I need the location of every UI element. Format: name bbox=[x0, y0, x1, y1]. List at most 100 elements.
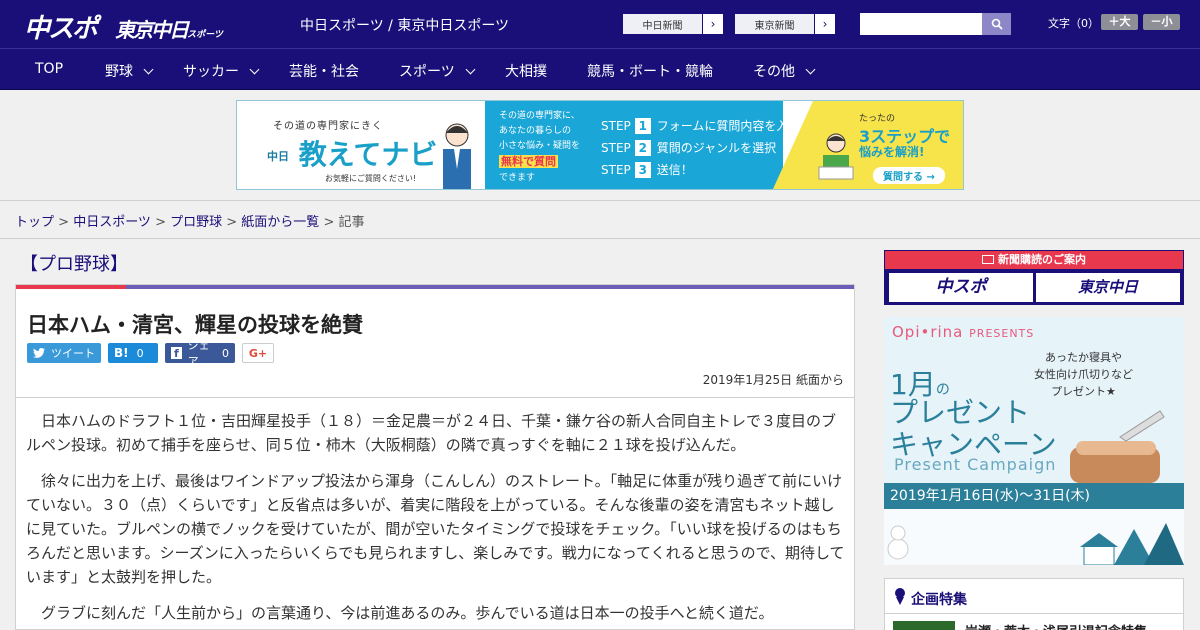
banner-small-text: その道の専門家にきく bbox=[273, 121, 383, 132]
brand-text[interactable]: 中日スポーツ / 東京中日スポーツ bbox=[300, 15, 509, 35]
banner-step: STEP 1 フォームに質問内容を入力 bbox=[601, 117, 800, 134]
subscribe-tokyo-chunichi-logo[interactable]: 東京中日 bbox=[1036, 273, 1180, 302]
nav-item-sumo[interactable]: 大相撲 bbox=[505, 61, 547, 81]
article-date: 2019年1月25日 紙面から bbox=[702, 373, 844, 387]
section-title: 【プロ野球】 bbox=[20, 254, 128, 275]
nav-label: その他 bbox=[753, 64, 795, 80]
step-word: STEP bbox=[601, 163, 631, 177]
banner-title-main: 教えてナビ bbox=[298, 138, 438, 171]
hatena-bookmark-button[interactable]: B! 0 bbox=[108, 343, 158, 363]
nav-label: 野球 bbox=[105, 64, 133, 80]
breadcrumb-link-pro-baseball[interactable]: プロ野球 bbox=[170, 215, 222, 230]
tweet-button[interactable]: ツイート bbox=[27, 343, 101, 363]
nav-item-entertainment[interactable]: 芸能・社会 bbox=[289, 61, 359, 81]
nav-label: 芸能・社会 bbox=[289, 64, 359, 80]
present-campaign-ad[interactable]: Opi•rina PRESENTS あったか寝具や 女性向け爪切りなど プレゼン… bbox=[884, 317, 1184, 565]
nav-label: 大相撲 bbox=[505, 64, 547, 80]
search-icon bbox=[991, 18, 1003, 30]
campaign-date: 2019年1月16日(水)〜31日(木) bbox=[884, 483, 1184, 509]
google-plus-button[interactable]: G+ bbox=[242, 343, 274, 363]
chevron-down-icon bbox=[249, 64, 260, 75]
campaign-note-line: あったか寝具や bbox=[1045, 351, 1122, 364]
banner-step: STEP 2 質問のジャンルを選択 bbox=[601, 139, 776, 156]
banner-free-badge: 無料で質問 bbox=[499, 155, 558, 168]
breadcrumb-bar: トップ > 中日スポーツ > プロ野球 > 紙面から一覧 > 記事 bbox=[0, 200, 1200, 239]
step-number: 3 bbox=[634, 162, 651, 178]
banner-steps: STEP 1 フォームに質問内容を入力 STEP 2 質問のジャンルを選択 STEP 3 送… bbox=[593, 101, 800, 189]
chevron-down-icon bbox=[465, 64, 476, 75]
breadcrumb-separator: > bbox=[150, 215, 171, 230]
paper-link-label: 中日新聞 bbox=[623, 14, 703, 34]
chunichi-shimbun-link[interactable]: 中日新聞 › bbox=[622, 13, 724, 35]
step-number: 2 bbox=[634, 140, 651, 156]
banner-right-mid: 悩みを解消! bbox=[859, 145, 925, 159]
campaign-title: プレゼント キャンペーン bbox=[890, 397, 1057, 461]
banner-ask-button[interactable]: 質問する → bbox=[873, 167, 945, 184]
article-paragraph: 徐々に出力を上げ、最後はワインドアップ投法から渾身（こんしん）のストレート。「軸… bbox=[26, 472, 845, 586]
font-larger-button[interactable]: ＋大 bbox=[1101, 14, 1138, 30]
nav-label: 競馬・ボート・競輪 bbox=[587, 64, 713, 80]
article-card: 日本ハム・清宮、輝星の投球を絶賛 ツイート B! 0 f シェア 0 G+ 20… bbox=[15, 284, 855, 630]
step-text: 送信！ bbox=[656, 163, 693, 177]
nav-item-other[interactable]: その他 bbox=[753, 61, 816, 81]
subscribe-chuspo-logo[interactable]: 中スポ bbox=[889, 273, 1033, 302]
nav-label: サッカー bbox=[183, 64, 239, 80]
feature-box: 企画特集 岩瀬・荒木・浅尾引退記念特集 bbox=[884, 578, 1184, 630]
chevron-down-icon bbox=[805, 64, 816, 75]
ad-banner-oshiete-navi[interactable]: その道の専門家にきく 中日 教えてナビ お気軽にご質問ください! その道の専門家… bbox=[236, 100, 964, 190]
feature-title: 企画特集 bbox=[911, 592, 967, 608]
banner-note: お気軽にご質問ください! bbox=[325, 174, 417, 183]
banner-title-prefix: 中日 bbox=[267, 150, 289, 163]
main-nav: TOP 野球 サッカー 芸能・社会 スポーツ 大相撲 競馬・ボート・競輪 その他 bbox=[0, 48, 1200, 90]
nav-item-keiba[interactable]: 競馬・ボート・競輪 bbox=[587, 61, 713, 81]
search-input[interactable] bbox=[860, 13, 982, 35]
chevron-right-icon: › bbox=[822, 17, 828, 31]
banner-title: 中日 教えてナビ bbox=[267, 133, 437, 173]
feature-thumbnail[interactable] bbox=[893, 621, 955, 630]
step-text: フォームに質問内容を入力 bbox=[656, 119, 801, 133]
breadcrumb-link-top[interactable]: トップ bbox=[15, 215, 54, 230]
site-logo[interactable]: 中スポ 東京中日スポーツ bbox=[24, 8, 223, 45]
hatena-icon: B! bbox=[114, 346, 129, 360]
paper-link-label: 東京新聞 bbox=[735, 14, 815, 34]
nav-item-soccer[interactable]: サッカー bbox=[183, 61, 260, 81]
facebook-count: 0 bbox=[222, 346, 229, 360]
campaign-brand-name: Opi•rina bbox=[892, 323, 964, 341]
nav-item-top[interactable]: TOP bbox=[35, 61, 63, 77]
feature-item-link[interactable]: 岩瀬・荒木・浅尾引退記念特集 bbox=[965, 621, 1147, 630]
facebook-icon: f bbox=[171, 347, 182, 360]
step-word: STEP bbox=[601, 119, 631, 133]
font-smaller-button[interactable]: －小 bbox=[1143, 14, 1180, 30]
font-size-label: 文字（0） bbox=[1048, 17, 1099, 30]
breadcrumb-separator: > bbox=[319, 215, 339, 230]
banner-step: STEP 3 送信！ bbox=[601, 161, 693, 178]
article-top-rule bbox=[16, 285, 854, 289]
banner-mid-line: 小さな悩み・疑問を bbox=[499, 141, 581, 151]
step-text: 質問のジャンルを選択 bbox=[656, 141, 777, 155]
newspaper-icon bbox=[982, 255, 994, 264]
nav-item-baseball[interactable]: 野球 bbox=[105, 61, 154, 81]
subscription-box[interactable]: 新聞購読のご案内 中スポ 東京中日 bbox=[884, 250, 1184, 305]
facebook-label: シェア bbox=[187, 339, 210, 368]
banner-mid-line: できます bbox=[499, 173, 536, 183]
top-header: 中スポ 東京中日スポーツ 中日スポーツ / 東京中日スポーツ 中日新聞 › 東京… bbox=[0, 0, 1200, 48]
step-word: STEP bbox=[601, 141, 631, 155]
breadcrumb-current: 記事 bbox=[338, 215, 365, 230]
breadcrumb-link-chunichi-sports[interactable]: 中日スポーツ bbox=[73, 215, 151, 230]
campaign-brand-suffix: PRESENTS bbox=[969, 327, 1035, 340]
nav-item-sports[interactable]: スポーツ bbox=[399, 61, 476, 81]
twitter-bird-icon bbox=[33, 348, 45, 358]
facebook-share-button[interactable]: f シェア 0 bbox=[165, 339, 235, 368]
campaign-note: あったか寝具や 女性向け爪切りなど プレゼント★ bbox=[1034, 349, 1133, 400]
breadcrumb-link-paper-list[interactable]: 紙面から一覧 bbox=[241, 215, 319, 230]
tokyo-shimbun-link[interactable]: 東京新聞 › bbox=[734, 13, 836, 35]
blanket-nail-clipper-icon bbox=[1070, 410, 1165, 483]
breadcrumb-separator: > bbox=[54, 215, 74, 230]
search-button[interactable] bbox=[982, 13, 1011, 35]
nav-label: スポーツ bbox=[399, 64, 455, 80]
tweet-label: ツイート bbox=[51, 347, 95, 360]
banner-middle: その道の専門家に、 あなたの暮らしの 小さな悩み・疑問を 無料で質問 できます bbox=[485, 101, 593, 189]
feature-divider bbox=[885, 613, 1183, 614]
campaign-title-line: プレゼント bbox=[890, 396, 1031, 429]
ribbon-medal-icon bbox=[895, 588, 905, 605]
